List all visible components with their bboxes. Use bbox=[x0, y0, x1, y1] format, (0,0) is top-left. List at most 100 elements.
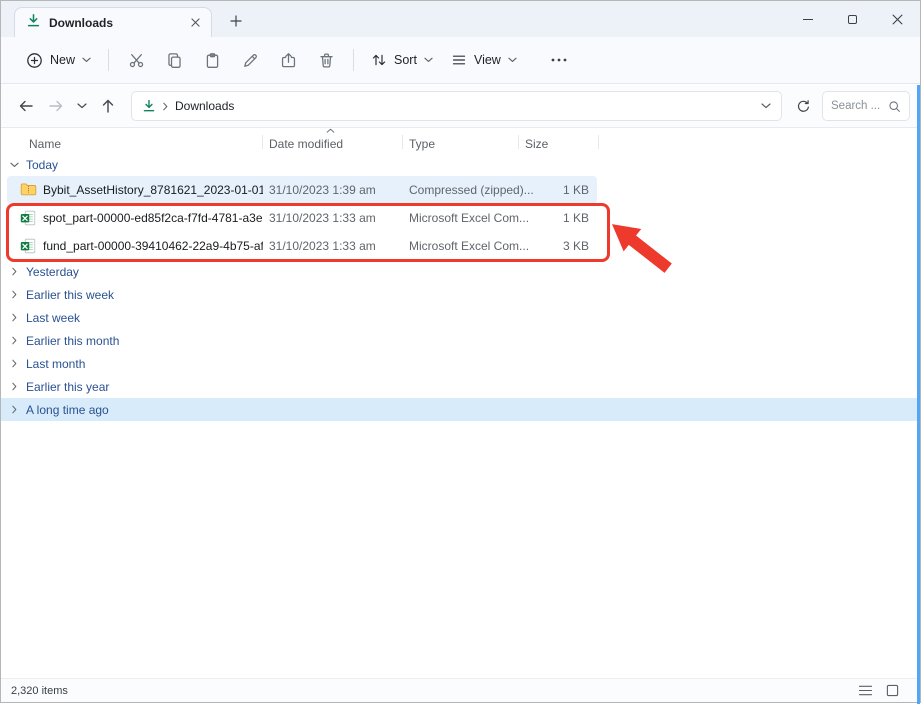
group-label: A long time ago bbox=[26, 403, 109, 417]
excel-file-icon bbox=[20, 210, 36, 226]
window-edge-accent bbox=[917, 85, 920, 704]
file-name: spot_part-00000-ed85f2ca-f7fd-4781-a3e6-… bbox=[43, 211, 263, 225]
forward-button[interactable] bbox=[41, 91, 71, 121]
view-icon bbox=[451, 52, 467, 68]
tab-close-icon[interactable] bbox=[186, 14, 204, 32]
status-bar: 2,320 items bbox=[1, 678, 920, 702]
group-label: Earlier this year bbox=[26, 380, 109, 394]
column-separator[interactable] bbox=[518, 135, 519, 149]
file-size: 1 KB bbox=[487, 183, 589, 197]
view-button-label: View bbox=[474, 53, 501, 67]
column-separator[interactable] bbox=[262, 135, 263, 149]
chevron-down-icon bbox=[77, 103, 87, 109]
file-row-zip[interactable]: Bybit_AssetHistory_8781621_2023-01-01_20… bbox=[7, 176, 597, 204]
chevron-collapsed-icon[interactable] bbox=[9, 405, 20, 414]
column-header-size[interactable]: Size bbox=[525, 137, 548, 151]
delete-button[interactable] bbox=[307, 43, 345, 77]
column-header-name[interactable]: Name bbox=[29, 137, 61, 151]
group-label: Earlier this month bbox=[26, 334, 119, 348]
column-header-type[interactable]: Type bbox=[409, 137, 435, 151]
up-button[interactable] bbox=[93, 91, 123, 121]
column-headers: Name Date modified Type Size bbox=[1, 128, 920, 154]
maximize-button[interactable] bbox=[830, 1, 875, 37]
chevron-collapsed-icon[interactable] bbox=[9, 336, 20, 345]
new-button-label: New bbox=[50, 53, 75, 67]
chevron-down-icon bbox=[508, 57, 517, 63]
group-row-yesterday[interactable]: Yesterday bbox=[1, 260, 920, 283]
chevron-down-icon bbox=[424, 57, 433, 63]
navigation-bar: Downloads bbox=[1, 85, 920, 128]
maximize-icon bbox=[848, 15, 857, 24]
file-date-modified: 31/10/2023 1:33 am bbox=[269, 211, 376, 225]
file-row-spot-csv[interactable]: spot_part-00000-ed85f2ca-f7fd-4781-a3e6-… bbox=[7, 204, 597, 232]
explorer-tab-downloads[interactable]: Downloads bbox=[14, 7, 212, 37]
zip-folder-icon bbox=[20, 182, 37, 196]
file-list-area: Name Date modified Type Size Today Bybit… bbox=[1, 128, 920, 678]
address-bar[interactable]: Downloads bbox=[131, 91, 782, 121]
toolbar-divider bbox=[108, 49, 109, 71]
arrow-right-icon bbox=[48, 98, 64, 114]
refresh-button[interactable] bbox=[788, 91, 818, 121]
copy-icon bbox=[166, 52, 183, 69]
chevron-collapsed-icon[interactable] bbox=[9, 313, 20, 322]
share-button[interactable] bbox=[269, 43, 307, 77]
file-size: 1 KB bbox=[487, 211, 589, 225]
chevron-collapsed-icon[interactable] bbox=[9, 359, 20, 368]
column-separator[interactable] bbox=[598, 135, 599, 149]
copy-button[interactable] bbox=[155, 43, 193, 77]
sort-button[interactable]: Sort bbox=[362, 45, 442, 75]
group-row-earlier-this-week[interactable]: Earlier this week bbox=[1, 283, 920, 306]
back-button[interactable] bbox=[11, 91, 41, 121]
sort-icon bbox=[371, 52, 387, 68]
arrow-up-icon bbox=[100, 98, 116, 114]
cut-button[interactable] bbox=[117, 43, 155, 77]
paste-button[interactable] bbox=[193, 43, 231, 77]
group-row-today[interactable]: Today bbox=[1, 154, 920, 176]
search-box[interactable] bbox=[822, 91, 910, 121]
group-row-earlier-this-month[interactable]: Earlier this month bbox=[1, 329, 920, 352]
trash-icon bbox=[318, 52, 335, 69]
refresh-icon bbox=[796, 99, 811, 114]
group-row-last-month[interactable]: Last month bbox=[1, 352, 920, 375]
excel-file-icon bbox=[20, 238, 36, 254]
file-date-modified: 31/10/2023 1:33 am bbox=[269, 239, 376, 253]
breadcrumb-location[interactable]: Downloads bbox=[175, 99, 234, 113]
chevron-collapsed-icon[interactable] bbox=[9, 382, 20, 391]
chevron-expanded-icon[interactable] bbox=[9, 162, 20, 168]
new-button[interactable]: New bbox=[17, 45, 100, 76]
ellipsis-icon bbox=[551, 58, 567, 62]
group-row-earlier-this-year[interactable]: Earlier this year bbox=[1, 375, 920, 398]
scissors-icon bbox=[128, 52, 145, 69]
arrow-left-icon bbox=[18, 98, 34, 114]
new-tab-button[interactable] bbox=[224, 9, 248, 33]
file-name: fund_part-00000-39410462-22a9-4b75-afb1-… bbox=[43, 239, 263, 253]
column-header-date-modified[interactable]: Date modified bbox=[269, 137, 343, 151]
file-size: 3 KB bbox=[487, 239, 589, 253]
group-row-a-long-time-ago[interactable]: A long time ago bbox=[1, 398, 920, 421]
file-row-fund-csv[interactable]: fund_part-00000-39410462-22a9-4b75-afb1-… bbox=[7, 232, 597, 260]
group-label: Yesterday bbox=[26, 265, 79, 279]
see-more-button[interactable] bbox=[540, 43, 578, 77]
tab-title: Downloads bbox=[49, 16, 178, 30]
group-label: Earlier this week bbox=[26, 288, 114, 302]
rename-button[interactable] bbox=[231, 43, 269, 77]
large-icons-view-icon bbox=[886, 684, 899, 697]
view-button[interactable]: View bbox=[442, 45, 526, 75]
minimize-button[interactable] bbox=[785, 1, 830, 37]
chevron-collapsed-icon[interactable] bbox=[9, 290, 20, 299]
details-view-icon bbox=[858, 684, 873, 697]
close-button[interactable] bbox=[875, 1, 920, 37]
large-icons-view-button[interactable] bbox=[882, 682, 902, 699]
group-row-last-week[interactable]: Last week bbox=[1, 306, 920, 329]
file-explorer-window: Downloads New bbox=[0, 0, 921, 703]
command-toolbar: New Sort bbox=[1, 37, 920, 84]
details-view-button[interactable] bbox=[855, 682, 875, 699]
share-icon bbox=[280, 52, 297, 69]
recent-locations-button[interactable] bbox=[71, 91, 93, 121]
address-dropdown-icon[interactable] bbox=[761, 103, 771, 109]
search-input[interactable] bbox=[831, 100, 884, 112]
column-separator[interactable] bbox=[402, 135, 403, 149]
chevron-collapsed-icon[interactable] bbox=[9, 267, 20, 276]
group-label: Last month bbox=[26, 357, 85, 371]
sort-button-label: Sort bbox=[394, 53, 417, 67]
